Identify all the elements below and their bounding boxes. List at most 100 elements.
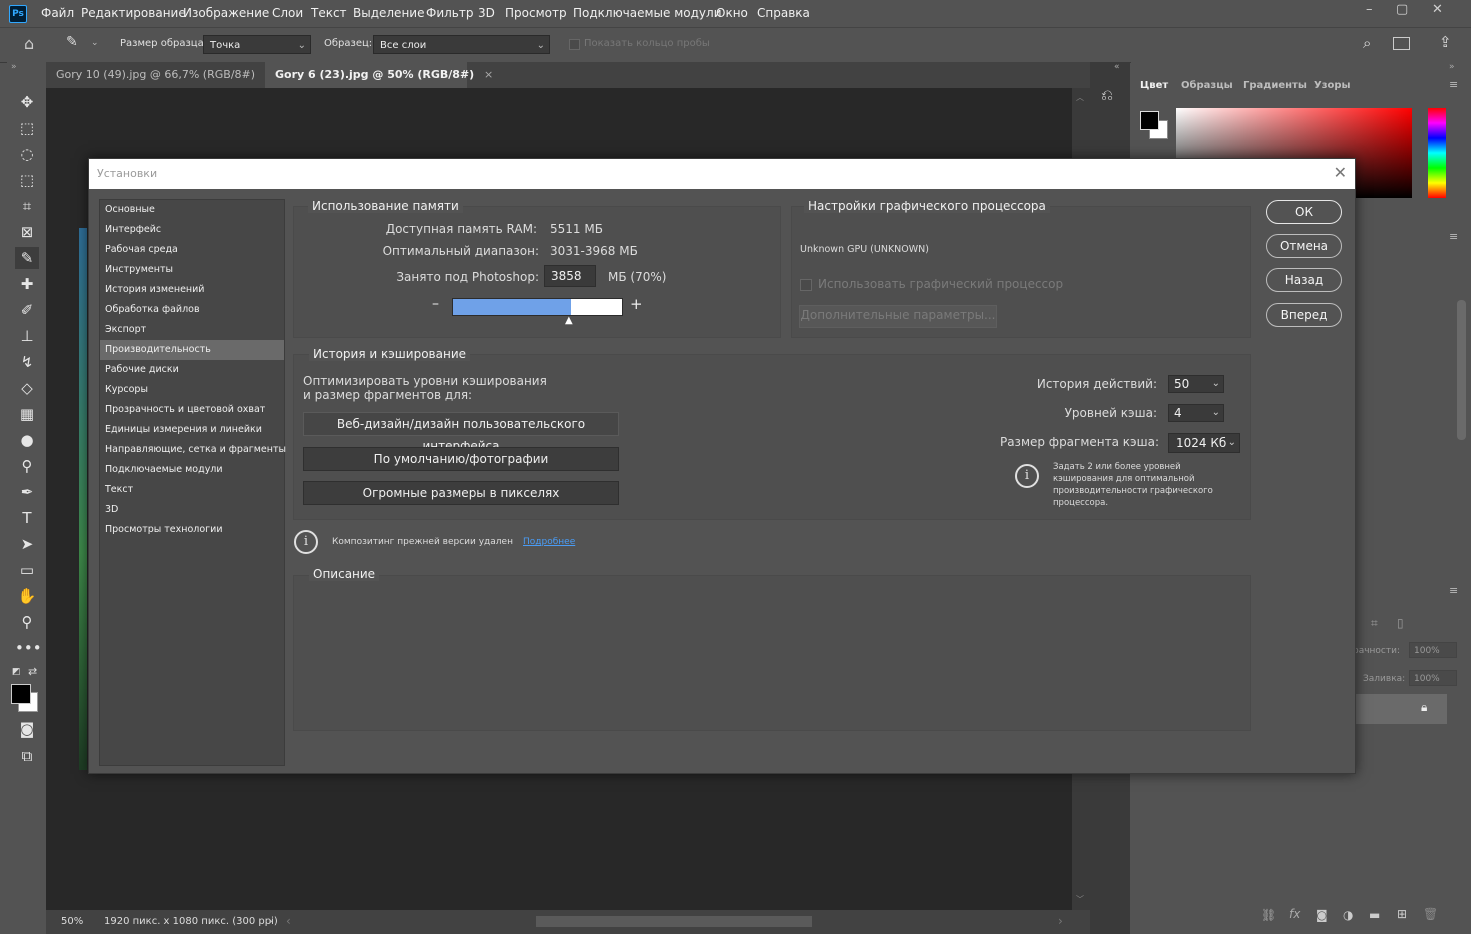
healing-brush-tool-icon[interactable]: ✚ bbox=[15, 273, 39, 295]
brush-tool-icon[interactable]: ✐ bbox=[15, 299, 39, 321]
nav-item[interactable]: Рабочие диски bbox=[100, 360, 284, 380]
nav-item[interactable]: Экспорт bbox=[100, 320, 284, 340]
maximize-button[interactable]: ▢ bbox=[1396, 2, 1408, 17]
menu-select[interactable]: Выделение bbox=[353, 6, 424, 20]
quick-mask-icon[interactable]: ◙ bbox=[15, 718, 39, 740]
hue-slider[interactable] bbox=[1428, 108, 1446, 198]
hand-tool-icon[interactable]: ✋ bbox=[15, 585, 39, 607]
nav-item[interactable]: История изменений bbox=[100, 280, 284, 300]
memory-slider-track[interactable] bbox=[452, 298, 623, 316]
zoom-tool-icon[interactable]: ⚲ bbox=[15, 611, 39, 633]
eraser-tool-icon[interactable]: ◇ bbox=[15, 377, 39, 399]
foreground-color-swatch[interactable] bbox=[11, 684, 31, 704]
nav-item[interactable]: 3D bbox=[100, 500, 284, 520]
show-ring-checkbox[interactable] bbox=[569, 39, 580, 50]
menu-window[interactable]: Окно bbox=[716, 6, 748, 20]
move-tool-icon[interactable]: ✥ bbox=[15, 91, 39, 113]
adjustment-layer-icon[interactable]: ◑ bbox=[1343, 908, 1353, 922]
nav-item[interactable]: Курсоры bbox=[100, 380, 284, 400]
panel-menu-icon[interactable]: ≡ bbox=[1449, 78, 1458, 91]
nav-item[interactable]: Направляющие, сетка и фрагменты bbox=[100, 440, 286, 460]
default-colors-icon[interactable]: ◩ bbox=[12, 667, 21, 677]
crop-tool-icon[interactable]: ⌗ bbox=[15, 195, 39, 217]
zoom-level[interactable]: 50% bbox=[61, 916, 83, 927]
status-menu-chevron-icon[interactable]: › bbox=[268, 914, 273, 928]
use-gpu-checkbox[interactable] bbox=[800, 279, 812, 291]
marquee-tool-icon[interactable]: ⬚ bbox=[15, 117, 39, 139]
gradient-tool-icon[interactable]: ▦ bbox=[15, 403, 39, 425]
new-layer-icon[interactable]: ⊞ bbox=[1397, 907, 1407, 921]
minimize-button[interactable]: – bbox=[1366, 2, 1373, 17]
mask-icon[interactable]: ◙ bbox=[1316, 908, 1328, 922]
scroll-left-icon[interactable]: ‹ bbox=[286, 914, 291, 928]
horizontal-scroll-thumb[interactable] bbox=[536, 916, 812, 927]
pen-tool-icon[interactable]: ✒ bbox=[15, 481, 39, 503]
tab-gory-6[interactable]: Gory 6 (23).jpg @ 50% (RGB/8#) × bbox=[265, 62, 493, 88]
advanced-settings-button[interactable]: Дополнительные параметры... bbox=[799, 305, 997, 328]
memory-slider-thumb[interactable]: ▲ bbox=[565, 315, 573, 326]
history-brush-tool-icon[interactable]: ↯ bbox=[15, 351, 39, 373]
path-select-tool-icon[interactable]: ➤ bbox=[15, 533, 39, 555]
collapse-toolbar-icon[interactable]: » bbox=[11, 62, 17, 72]
history-states-select[interactable]: 50 ⌄ bbox=[1168, 375, 1224, 393]
share-icon[interactable]: ⇪ bbox=[1439, 33, 1452, 51]
lasso-tool-icon[interactable]: ◌ bbox=[15, 143, 39, 165]
home-icon[interactable]: ⌂ bbox=[24, 34, 34, 53]
nav-item[interactable]: Инструменты bbox=[100, 260, 284, 280]
huge-pixel-dimensions-button[interactable]: Огромные размеры в пикселях bbox=[303, 481, 619, 505]
nav-item[interactable]: Рабочая среда bbox=[100, 240, 284, 260]
sample-layers-select[interactable]: Все слои ⌄ bbox=[373, 35, 550, 54]
scroll-up-icon[interactable]: ︿ bbox=[1076, 92, 1084, 103]
learn-more-link[interactable]: Подробнее bbox=[523, 537, 575, 547]
web-ui-design-button[interactable]: Веб-дизайн/дизайн пользовательского инте… bbox=[303, 412, 619, 453]
eyedropper-tool-icon[interactable]: ✎ bbox=[66, 34, 78, 50]
group-folder-icon[interactable]: ▬ bbox=[1369, 908, 1380, 922]
frame-tool-icon[interactable]: ⊠ bbox=[15, 221, 39, 243]
lock-layer-icon[interactable]: ▯ bbox=[1397, 616, 1404, 630]
nav-item[interactable]: Единицы измерения и линейки bbox=[100, 420, 284, 440]
history-panel-icon[interactable]: ⎌ bbox=[1101, 86, 1113, 104]
panel-scrollbar-thumb[interactable] bbox=[1457, 300, 1466, 440]
nav-item[interactable]: Основные bbox=[100, 200, 284, 220]
nav-item[interactable]: Прозрачность и цветовой охват bbox=[100, 400, 284, 420]
sample-size-select[interactable]: Точка ⌄ bbox=[203, 35, 311, 54]
eyedropper-tool-icon[interactable]: ✎ bbox=[15, 247, 39, 269]
nav-item[interactable]: Просмотры технологии bbox=[100, 520, 284, 540]
default-photos-button[interactable]: По умолчанию/фотографии bbox=[303, 447, 619, 471]
menu-image[interactable]: Изображение bbox=[183, 6, 269, 20]
tab-color[interactable]: Цвет bbox=[1140, 80, 1168, 91]
more-tools-icon[interactable]: ••• bbox=[15, 637, 42, 659]
tab-gradients[interactable]: Градиенты bbox=[1243, 80, 1307, 91]
fill-field[interactable]: 100% bbox=[1409, 670, 1457, 686]
decrease-memory-icon[interactable]: – bbox=[432, 296, 439, 312]
dodge-tool-icon[interactable]: ⚲ bbox=[15, 455, 39, 477]
menu-plugins[interactable]: Подключаемые модули bbox=[573, 6, 722, 20]
cache-tile-size-select[interactable]: 1024 Кб ⌄ bbox=[1168, 433, 1240, 453]
swap-colors-icon[interactable]: ⇄ bbox=[28, 665, 37, 678]
nav-item[interactable]: Обработка файлов bbox=[100, 300, 284, 320]
menu-edit[interactable]: Редактирование bbox=[81, 6, 186, 20]
opacity-field[interactable]: 100% bbox=[1409, 642, 1457, 658]
close-app-button[interactable]: ✕ bbox=[1432, 2, 1443, 17]
object-select-tool-icon[interactable]: ⬚ bbox=[15, 169, 39, 191]
cache-levels-select[interactable]: 4 ⌄ bbox=[1168, 404, 1224, 422]
prev-button[interactable]: Назад bbox=[1266, 268, 1342, 292]
screen-mode-icon[interactable]: ⧉ bbox=[15, 745, 39, 767]
nav-item[interactable]: Производительность bbox=[100, 340, 284, 360]
increase-memory-icon[interactable]: + bbox=[630, 295, 643, 313]
close-tab-icon[interactable]: × bbox=[484, 68, 493, 81]
clone-stamp-tool-icon[interactable]: ⊥ bbox=[15, 325, 39, 347]
scroll-right-icon[interactable]: › bbox=[1058, 914, 1063, 928]
nav-item[interactable]: Подключаемые модули bbox=[100, 460, 284, 480]
tool-preset-chevron-icon[interactable]: ⌄ bbox=[91, 38, 99, 48]
cancel-button[interactable]: Отмена bbox=[1266, 234, 1342, 258]
link-layers-icon[interactable]: ⛓ bbox=[1261, 908, 1276, 922]
artboard-icon[interactable]: ⌗ bbox=[1371, 616, 1378, 631]
search-icon[interactable]: ⌕ bbox=[1363, 34, 1371, 52]
menu-3d[interactable]: 3D bbox=[478, 6, 495, 20]
fx-icon[interactable]: fx bbox=[1289, 907, 1300, 921]
menu-layers[interactable]: Слои bbox=[272, 6, 303, 20]
foreground-color-swatch[interactable] bbox=[1140, 111, 1159, 130]
menu-view[interactable]: Просмотр bbox=[505, 6, 567, 20]
tab-patterns[interactable]: Узоры bbox=[1314, 80, 1351, 91]
